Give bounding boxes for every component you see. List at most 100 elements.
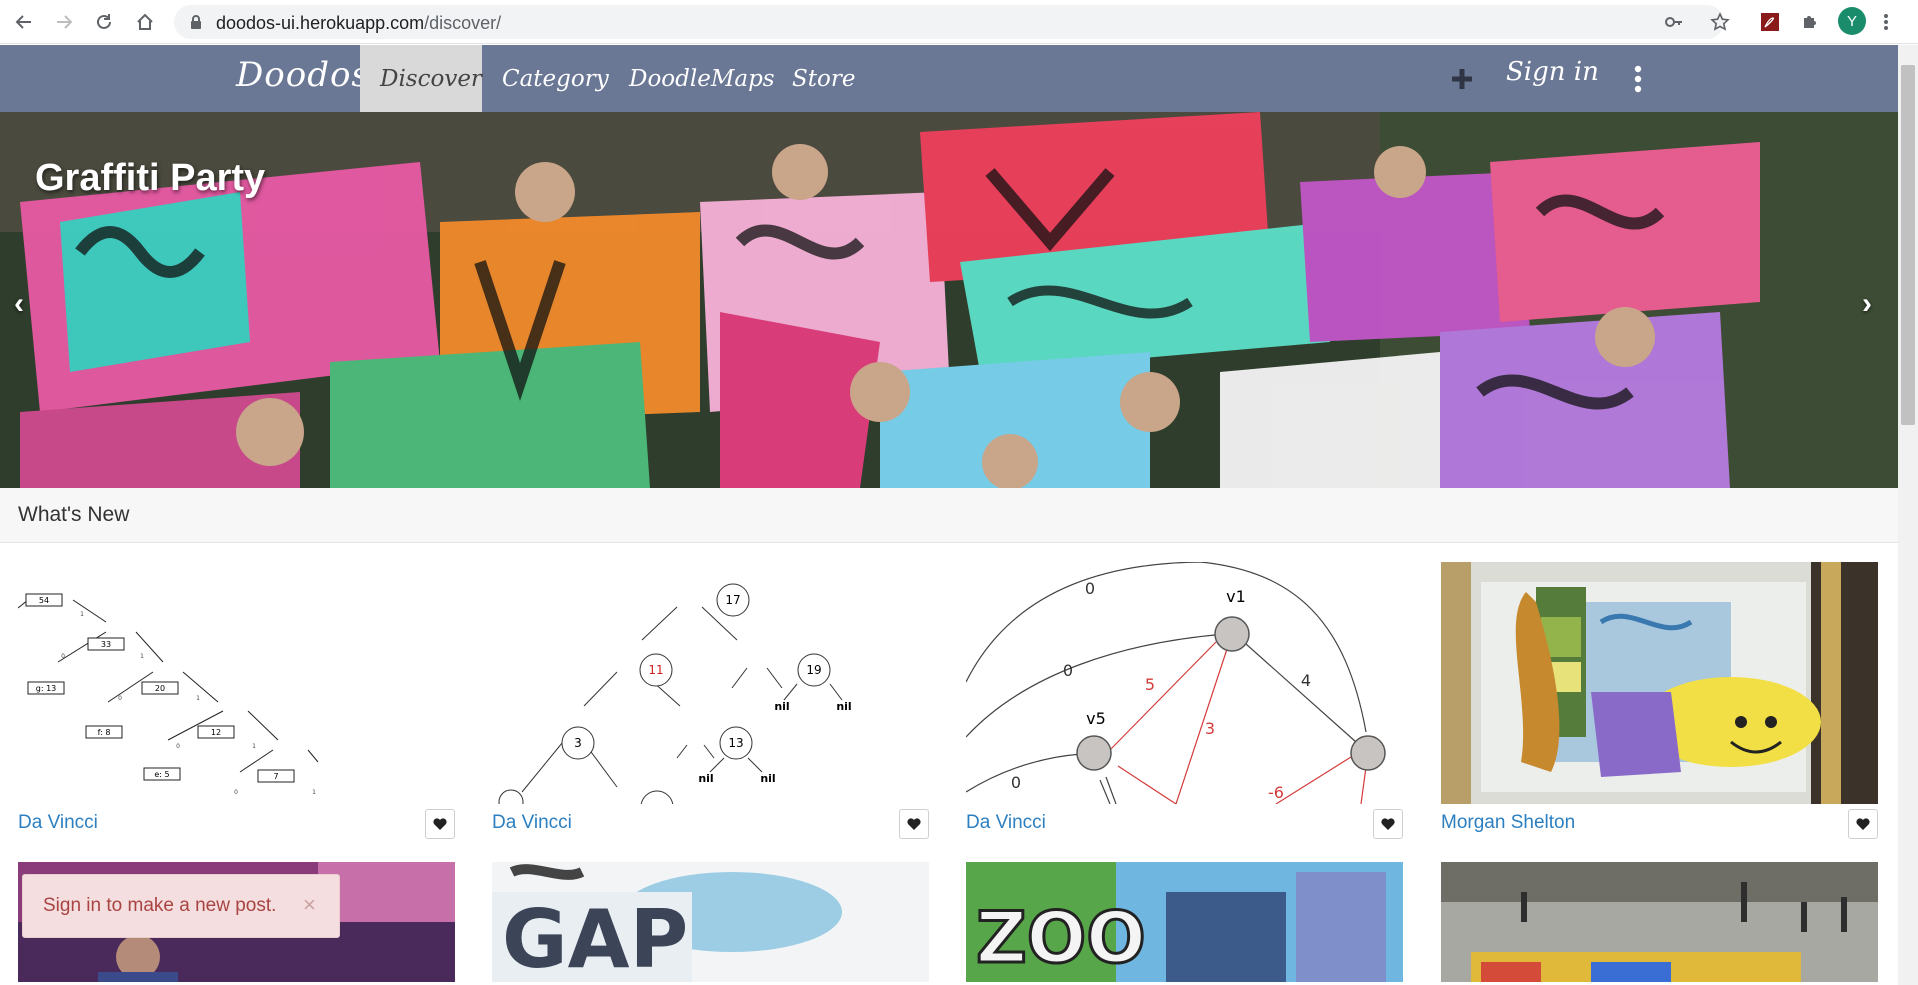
tree-node: f: 8 bbox=[98, 728, 111, 737]
tree-node-red: 11 bbox=[648, 663, 663, 677]
toast-close-icon[interactable]: × bbox=[303, 892, 316, 918]
nil-leaf: nil bbox=[836, 700, 851, 713]
graffiti-party-photo bbox=[0, 112, 1898, 488]
card-author-link[interactable]: Da Vincci bbox=[966, 812, 1046, 834]
edge-label: 0 bbox=[61, 653, 65, 660]
nav-store[interactable]: Store bbox=[772, 45, 875, 112]
address-bar[interactable]: doodos-ui.herokuapp.com/discover/ bbox=[174, 5, 1724, 39]
whats-new-header: What's New bbox=[0, 488, 1898, 543]
edge-label: 1 bbox=[312, 789, 316, 796]
card-author-link[interactable]: Da Vincci bbox=[492, 812, 572, 834]
edge-label: 1 bbox=[196, 695, 200, 702]
extensions-puzzle-icon[interactable] bbox=[1798, 10, 1822, 34]
tree-node: g: 13 bbox=[36, 684, 57, 693]
app-navbar: Doodos Discover Category DoodleMaps Stor… bbox=[0, 45, 1898, 112]
reload-icon[interactable] bbox=[92, 10, 116, 34]
like-heart-icon[interactable] bbox=[1848, 809, 1878, 839]
post-card[interactable]: Morgan Shelton bbox=[1441, 562, 1878, 839]
browser-toolbar: doodos-ui.herokuapp.com/discover/ Y bbox=[0, 0, 1918, 44]
hero-carousel[interactable]: Graffiti Party ‹ › bbox=[0, 112, 1898, 488]
nil-leaf: nil bbox=[698, 772, 713, 785]
red-black-tree-diagram: 17 11 19 3 13 nil nil nil nil bbox=[498, 583, 852, 804]
key-icon[interactable] bbox=[1662, 10, 1686, 34]
tree-node: 3 bbox=[574, 736, 582, 750]
home-icon[interactable] bbox=[133, 10, 157, 34]
plaza-photo bbox=[1441, 862, 1878, 982]
carousel-next-icon[interactable]: › bbox=[1862, 287, 1872, 321]
svg-text:ZOO: ZOO bbox=[976, 897, 1146, 979]
edge-weight: 3 bbox=[1205, 719, 1215, 738]
tree-node: 54 bbox=[39, 596, 49, 605]
post-card[interactable]: v1 v5 0 0 5 4 3 0 -6 Da Vincci bbox=[966, 562, 1403, 839]
post-card[interactable] bbox=[1441, 862, 1878, 982]
edge-weight: 0 bbox=[1063, 661, 1073, 680]
edge-weight: 0 bbox=[1085, 579, 1095, 598]
nav-doodlemaps[interactable]: DoodleMaps bbox=[609, 45, 795, 112]
graffiti-wall-photo bbox=[1441, 562, 1878, 804]
browser-menu-icon[interactable] bbox=[1874, 10, 1898, 34]
edge-label: 0 bbox=[118, 695, 122, 702]
post-card[interactable]: ZOO bbox=[966, 862, 1403, 982]
tree-node: 33 bbox=[101, 640, 111, 649]
tree-node: 17 bbox=[725, 593, 740, 607]
edge-weight: -6 bbox=[1268, 783, 1284, 802]
card-image[interactable] bbox=[1441, 562, 1878, 804]
tree-node: 20 bbox=[155, 684, 165, 693]
toast-message: Sign in to make a new post. bbox=[43, 895, 277, 916]
lock-icon bbox=[190, 15, 202, 34]
gap-mural-photo: GAP bbox=[492, 862, 929, 982]
edge-label: 0 bbox=[234, 789, 238, 796]
card-image[interactable]: 17 11 19 3 13 nil nil nil nil bbox=[492, 562, 929, 804]
tree-node: 19 bbox=[806, 663, 821, 677]
tree-node: 7 bbox=[273, 772, 278, 781]
edge-weight: 5 bbox=[1145, 675, 1155, 694]
hero-title: Graffiti Party bbox=[35, 157, 266, 199]
pdf-extension-icon[interactable] bbox=[1758, 10, 1782, 34]
nil-leaf: nil bbox=[774, 700, 789, 713]
weighted-graph-diagram: v1 v5 0 0 5 4 3 0 -6 bbox=[966, 562, 1386, 804]
card-author-link[interactable]: Morgan Shelton bbox=[1441, 812, 1575, 834]
card-image[interactable]: 54 33 g: 13 20 f: 8 12 e: 5 7 1 0 1 0 1 … bbox=[18, 562, 455, 804]
edge-weight: 4 bbox=[1301, 671, 1311, 690]
profile-avatar[interactable]: Y bbox=[1838, 7, 1866, 35]
edge-label: 1 bbox=[80, 611, 84, 618]
more-options-icon[interactable] bbox=[1634, 65, 1642, 98]
edge-label: 0 bbox=[176, 743, 180, 750]
tree-node: e: 5 bbox=[154, 770, 169, 779]
nil-leaf: nil bbox=[760, 772, 775, 785]
card-image[interactable] bbox=[1441, 862, 1878, 982]
card-author-link[interactable]: Da Vincci bbox=[18, 812, 98, 834]
card-image[interactable]: v1 v5 0 0 5 4 3 0 -6 bbox=[966, 562, 1403, 804]
edge-label: 1 bbox=[252, 743, 256, 750]
like-heart-icon[interactable] bbox=[1373, 809, 1403, 839]
zoo-mural-photo: ZOO bbox=[966, 862, 1403, 982]
page-scrollbar[interactable] bbox=[1898, 45, 1918, 985]
sign-in-toast: Sign in to make a new post. × bbox=[22, 874, 340, 938]
graph-vertex-label: v5 bbox=[1086, 709, 1106, 728]
edge-weight: 0 bbox=[1011, 773, 1021, 792]
graph-vertex-label: v1 bbox=[1226, 587, 1246, 606]
brand-logo[interactable]: Doodos bbox=[236, 55, 370, 95]
like-heart-icon[interactable] bbox=[899, 809, 929, 839]
like-heart-icon[interactable] bbox=[425, 809, 455, 839]
tree-node: 13 bbox=[728, 736, 743, 750]
svg-text:GAP: GAP bbox=[502, 893, 688, 982]
post-card[interactable]: GAP bbox=[492, 862, 929, 982]
post-card[interactable]: 54 33 g: 13 20 f: 8 12 e: 5 7 1 0 1 0 1 … bbox=[18, 562, 455, 839]
nav-discover[interactable]: Discover bbox=[360, 45, 482, 112]
url-text: doodos-ui.herokuapp.com/discover/ bbox=[216, 13, 502, 33]
scroll-thumb[interactable] bbox=[1901, 65, 1915, 425]
edge-label: 1 bbox=[140, 653, 144, 660]
tree-node: 12 bbox=[211, 728, 221, 737]
nav-category[interactable]: Category bbox=[482, 45, 629, 112]
card-image[interactable]: GAP bbox=[492, 862, 929, 982]
carousel-prev-icon[interactable]: ‹ bbox=[14, 287, 24, 321]
sign-in-link[interactable]: Sign in bbox=[1506, 57, 1599, 87]
card-image[interactable]: ZOO bbox=[966, 862, 1403, 982]
forward-arrow-icon[interactable] bbox=[52, 10, 76, 34]
new-post-plus-icon[interactable] bbox=[1442, 59, 1482, 99]
post-card[interactable]: 17 11 19 3 13 nil nil nil nil Da Vincci bbox=[492, 562, 929, 839]
back-arrow-icon[interactable] bbox=[12, 10, 36, 34]
bookmark-star-icon[interactable] bbox=[1708, 10, 1732, 34]
section-title: What's New bbox=[18, 503, 130, 526]
